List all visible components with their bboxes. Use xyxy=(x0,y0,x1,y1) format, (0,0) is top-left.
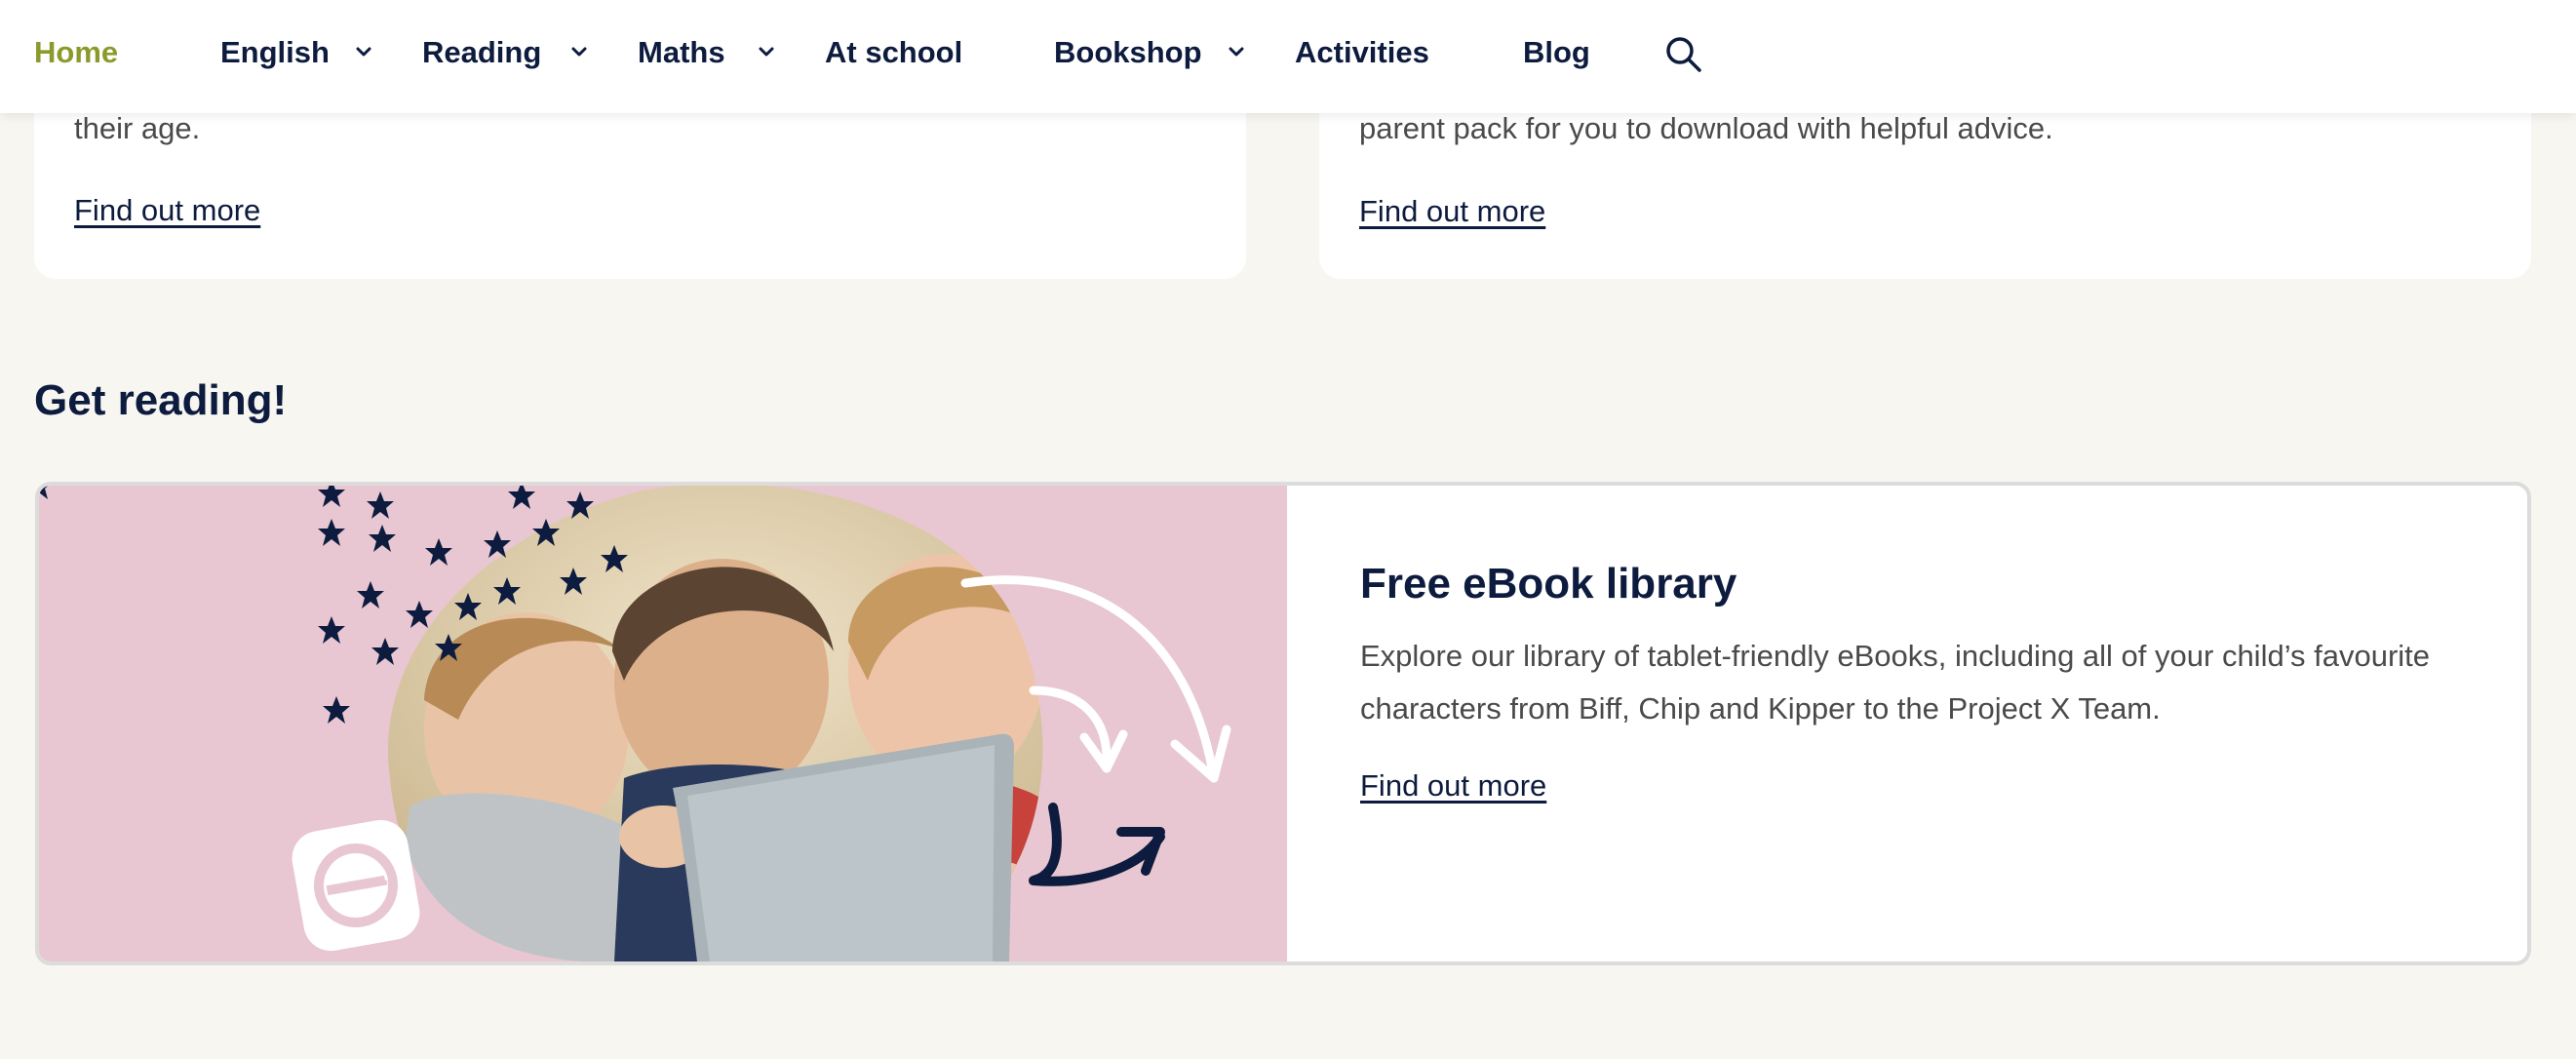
search-icon[interactable] xyxy=(1664,35,1703,74)
main-navigation: Home English Reading Maths At school Boo… xyxy=(0,0,2576,113)
nav-item-english[interactable]: English xyxy=(220,35,330,70)
feature-description: Explore our library of tablet-friendly e… xyxy=(1360,639,2431,726)
card-text: their age. xyxy=(74,111,201,145)
nav-item-home[interactable]: Home xyxy=(34,35,118,70)
chevron-down-icon[interactable] xyxy=(570,45,588,59)
feature-image xyxy=(39,486,1287,961)
section-title: Get reading! xyxy=(34,376,288,424)
ebook-e-icon xyxy=(292,819,420,952)
chevron-down-icon[interactable] xyxy=(1228,45,1245,59)
chevron-down-icon[interactable] xyxy=(355,45,372,59)
card-text: parent pack for you to download with hel… xyxy=(1359,111,2053,145)
find-out-more-link[interactable]: Find out more xyxy=(1360,768,1546,804)
find-out-more-link[interactable]: Find out more xyxy=(74,193,260,228)
nav-item-maths[interactable]: Maths xyxy=(638,35,725,70)
nav-item-reading[interactable]: Reading xyxy=(422,35,541,70)
feature-title: Free eBook library xyxy=(1360,560,1737,608)
nav-item-at-school[interactable]: At school xyxy=(825,35,962,70)
nav-item-blog[interactable]: Blog xyxy=(1523,35,1590,70)
children-tablet-illustration xyxy=(39,486,1231,961)
ebook-library-feature: Free eBook library Explore our library o… xyxy=(35,482,2531,965)
chevron-down-icon[interactable] xyxy=(758,45,775,59)
nav-item-bookshop[interactable]: Bookshop xyxy=(1054,35,1202,70)
find-out-more-link[interactable]: Find out more xyxy=(1359,194,1545,229)
nav-item-activities[interactable]: Activities xyxy=(1295,35,1429,70)
